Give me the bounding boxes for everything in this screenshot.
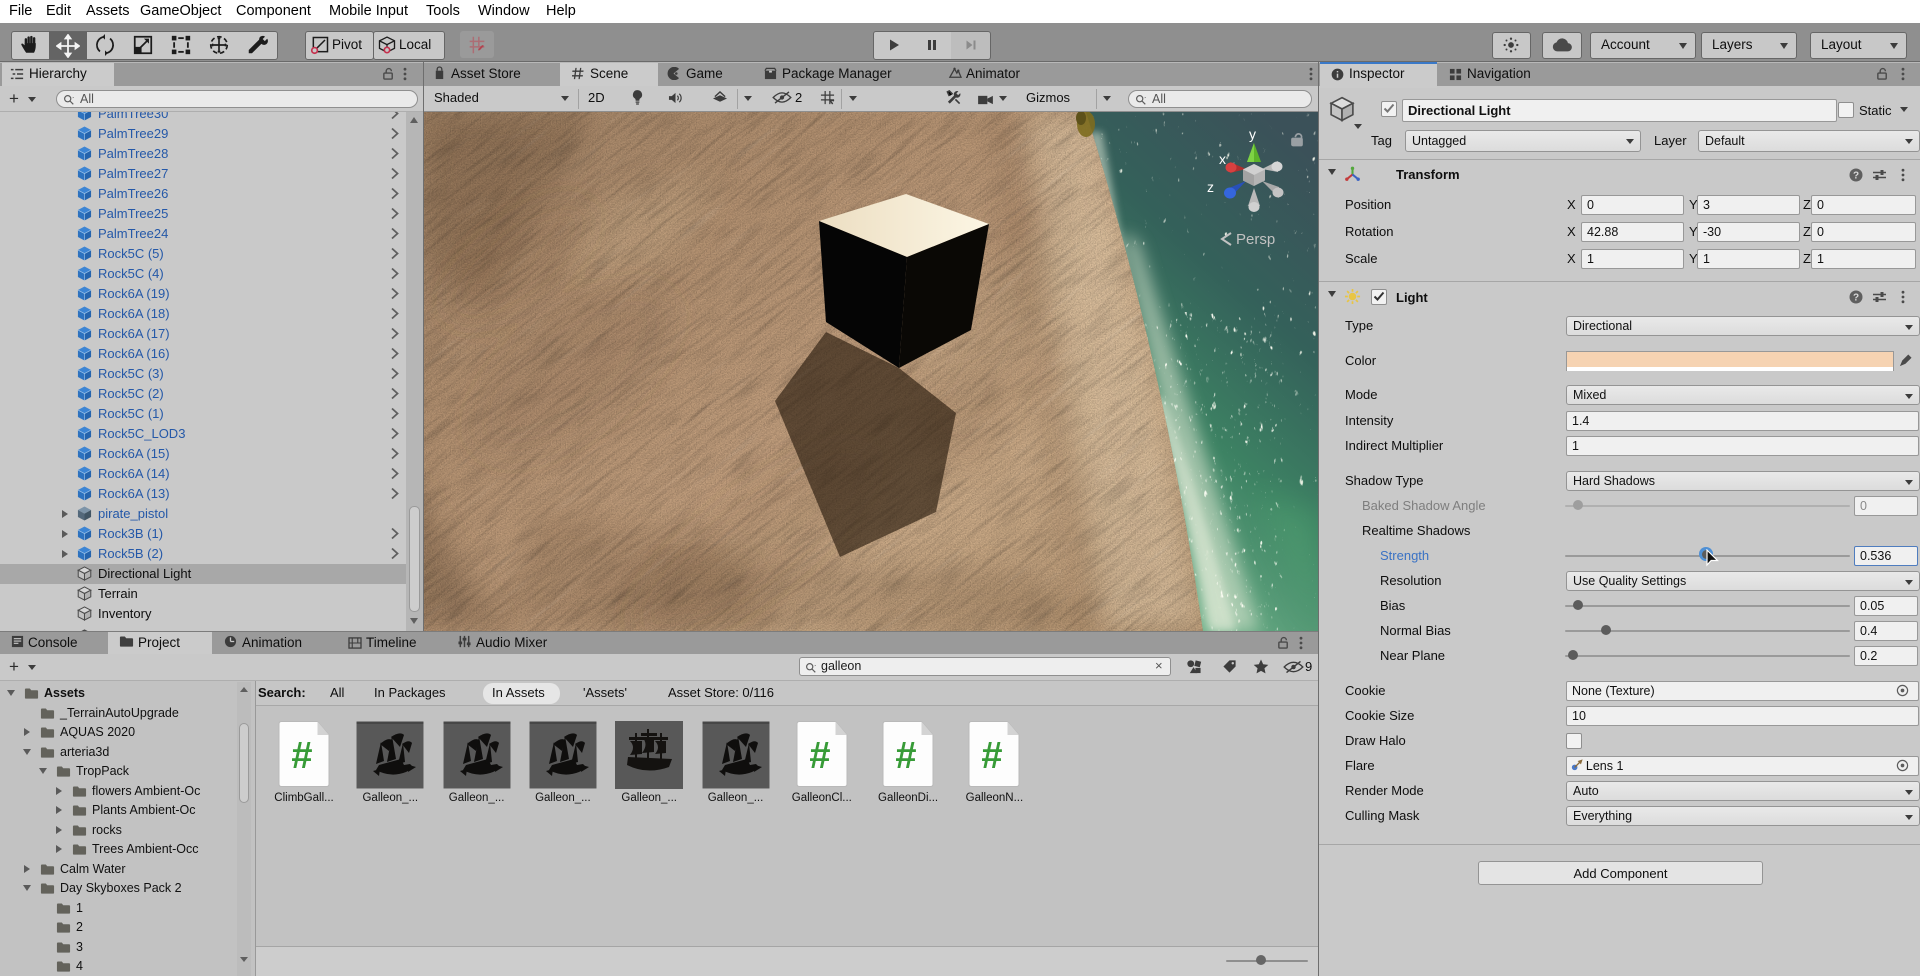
svg-text:?: ? [1853,171,1859,182]
svg-text:y: y [1249,126,1256,142]
svg-text:Persp: Persp [1236,231,1275,248]
svg-text:z: z [1207,179,1214,195]
svg-text:#: # [809,735,830,777]
svg-text:#: # [896,735,917,777]
svg-text:#: # [291,735,312,777]
svg-text:x: x [1219,151,1226,167]
svg-text:?: ? [1853,293,1859,304]
svg-text:#: # [982,735,1003,777]
